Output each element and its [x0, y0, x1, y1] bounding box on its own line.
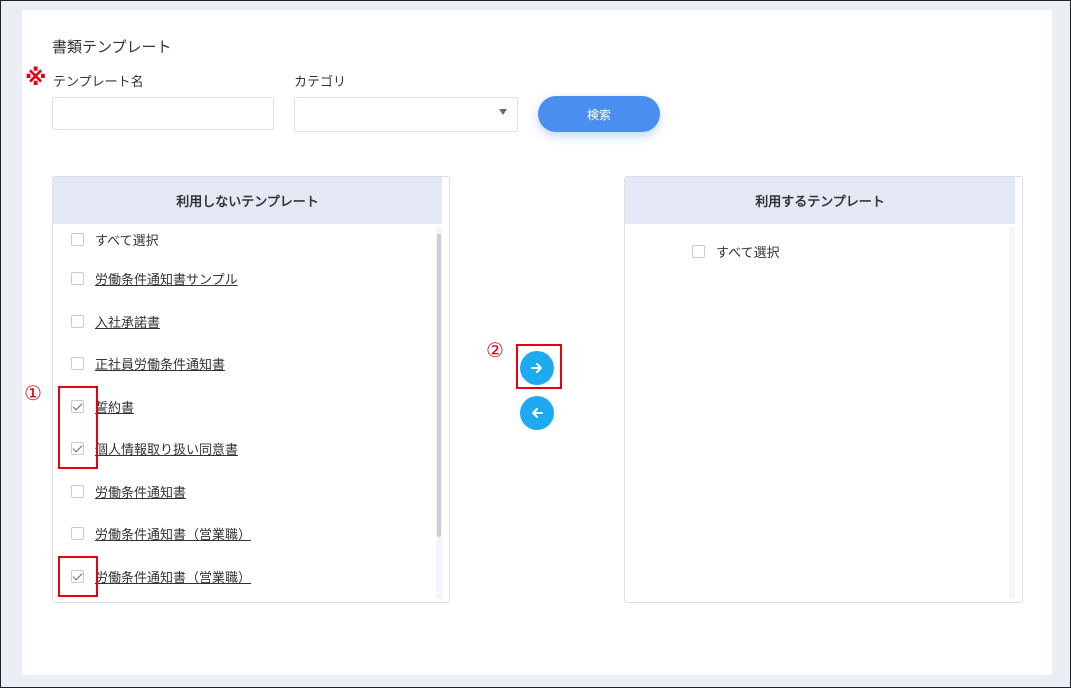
- annotation-box-move-button: [516, 344, 562, 389]
- used-templates-header: 利用するテンプレート: [625, 177, 1015, 224]
- left-select-all-label: すべて選択: [95, 233, 159, 249]
- right-select-all-row[interactable]: すべて選択: [692, 241, 780, 261]
- unused-templates-header: 利用しないテンプレート: [53, 177, 442, 224]
- arrow-left-icon: [532, 408, 543, 418]
- left-select-all-row[interactable]: すべて選択: [71, 229, 159, 249]
- left-scrollbar-thumb[interactable]: [437, 234, 441, 537]
- right-scrollbar-track[interactable]: [1009, 227, 1015, 599]
- template-link[interactable]: 労働条件通知書（営業職）: [95, 567, 251, 586]
- left-scrollbar-track[interactable]: [436, 227, 442, 599]
- move-left-button[interactable]: [520, 396, 554, 430]
- section-title: 書類テンプレート: [52, 38, 172, 56]
- list-item[interactable]: 労働条件通知書サンプル: [71, 268, 238, 288]
- item-checkbox[interactable]: [71, 314, 84, 328]
- template-link[interactable]: 入社承諾書: [95, 312, 160, 331]
- list-item[interactable]: 労働条件通知書（営業職）: [71, 523, 251, 543]
- template-link[interactable]: 個人情報取り扱い同意書: [95, 439, 238, 458]
- list-item[interactable]: 労働条件通知書: [71, 481, 186, 501]
- item-checkbox[interactable]: [71, 271, 84, 285]
- list-item[interactable]: 労働条件通知書（営業職）: [71, 566, 251, 586]
- item-checkbox[interactable]: [71, 484, 84, 498]
- required-mark: ※: [25, 66, 47, 91]
- template-link[interactable]: 労働条件通知書: [95, 482, 186, 501]
- caret-down-icon: [499, 109, 507, 115]
- template-link[interactable]: 誓約書: [95, 397, 134, 416]
- category-select[interactable]: [294, 97, 518, 132]
- used-templates-panel: 利用するテンプレート すべて選択: [624, 176, 1023, 603]
- item-checkbox[interactable]: [71, 526, 84, 540]
- annotation-number-2: ②: [486, 338, 504, 362]
- template-link[interactable]: 労働条件通知書サンプル: [95, 269, 238, 288]
- item-checkbox[interactable]: [71, 356, 84, 370]
- annotation-box-checked-items: [58, 386, 98, 469]
- category-label: カテゴリ: [294, 75, 347, 90]
- template-name-input[interactable]: [52, 97, 274, 130]
- search-button[interactable]: 検索: [538, 96, 660, 132]
- template-link[interactable]: 正社員労働条件通知書: [95, 354, 225, 373]
- list-item[interactable]: 入社承諾書: [71, 311, 160, 331]
- unused-templates-panel: 利用しないテンプレート すべて選択 労働条件通知書サンプル 入社承諾書 正社員労…: [52, 176, 450, 603]
- list-item[interactable]: 正社員労働条件通知書: [71, 353, 225, 373]
- template-link[interactable]: 労働条件通知書（営業職）: [95, 524, 251, 543]
- right-select-all-label: すべて選択: [716, 245, 780, 261]
- right-select-all-checkbox[interactable]: [692, 244, 705, 258]
- annotation-number-1: ①: [24, 381, 42, 405]
- annotation-box-last-item: [58, 556, 98, 597]
- left-select-all-checkbox[interactable]: [71, 232, 84, 246]
- template-name-label: テンプレート名: [53, 75, 144, 90]
